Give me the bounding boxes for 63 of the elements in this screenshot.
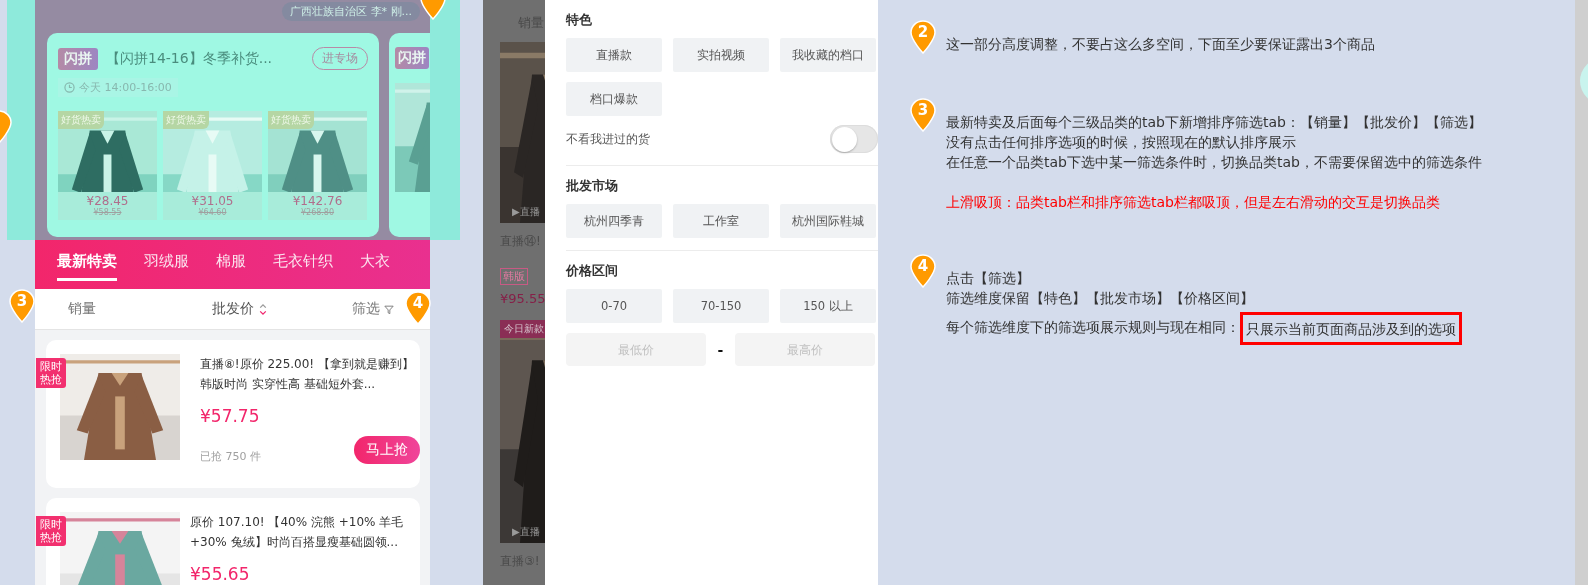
note-text: 在任意一个品类tab下选中某一筛选条件时，切换品类tab，不需要保留选中的筛选条件 (946, 153, 1483, 172)
product-price: ¥55.65 (190, 564, 251, 584)
note-warning: 上滑吸顶：品类tab栏和排序筛选tab栏都吸顶，但是左右滑动的交互是切换品类 (946, 193, 1441, 212)
filter-option[interactable]: 杭州四季青 (566, 204, 662, 238)
filter-option[interactable]: 150 以上 (780, 289, 876, 323)
note-text: 没有点击任何排序选项的时候，按照现在的默认排序展示 (946, 133, 1297, 152)
product-title: 直播⑧!原价 225.00! 【拿到就是赚到】韩版时尚 实穿性高 基础短外套... (200, 356, 415, 393)
price: ¥28.45 (86, 194, 129, 208)
live-label: ▶直播 (512, 525, 540, 539)
sold-count: 已抢 750 件 (200, 449, 261, 464)
price: ¥31.05 (191, 194, 234, 208)
filter-option[interactable]: 直播款 (566, 38, 662, 72)
promo-badge: 限时热抢 (36, 358, 66, 388)
toggle-switch[interactable] (830, 125, 878, 153)
location-badge: 广西壮族自治区 李* 刚... (282, 2, 420, 21)
product-title: 原价 107.10! 【40% 浣熊 +10% 羊毛 +30% 兔绒】时尚百搭显瘦基础圆领... (190, 514, 405, 551)
clock-icon (64, 82, 75, 93)
section-title: 特色 (566, 12, 593, 29)
buy-now-button[interactable]: 马上抢 (354, 436, 420, 464)
numbered-pin: 4 (910, 254, 936, 288)
price: ¥142.76 (292, 194, 343, 208)
note-text: 这一部分高度调整，不要占这么多空间，下面至少要保证露出3个商品 (946, 35, 1376, 54)
product-price: ¥95.55 (500, 291, 545, 306)
numbered-pin: 3 (9, 289, 35, 323)
flash-tag: 闪拼 (58, 47, 98, 70)
section-title: 价格区间 (566, 263, 619, 280)
note-text: 每个筛选维度下的筛选项展示规则与现在相同： (946, 317, 1240, 337)
original-price: ¥268.80 (300, 207, 335, 218)
hot-tag: 好货热卖 (163, 111, 209, 129)
highlighted-note: 只展示当前页面商品涉及到的选项 (1240, 312, 1462, 345)
hot-tag: 好货热卖 (268, 111, 314, 129)
numbered-pin: 2 (910, 20, 936, 54)
numbered-pin: 3 (910, 98, 936, 132)
sort-tab[interactable]: 批发价 (212, 300, 254, 318)
sort-icon (258, 302, 268, 316)
note-text: 点击【筛选】 (946, 269, 1031, 288)
category-tab[interactable]: 最新特卖 (57, 248, 117, 281)
new-badge: 今日新款 (500, 320, 545, 338)
note-text: 筛选维度保留【特色】【批发市场】【价格区间】 (946, 289, 1255, 308)
sort-tab[interactable]: 销量 (68, 300, 96, 318)
note-text: 最新特卖及后面每个三级品类的tab下新增排序筛选tab：【销量】【批发价】【筛选】 (946, 113, 1483, 132)
filter-option[interactable]: 实拍视频 (673, 38, 769, 72)
section-title: 批发市场 (566, 178, 619, 195)
range-separator: - (716, 341, 725, 358)
filter-option[interactable]: 杭州国际鞋城 (780, 204, 876, 238)
product-price: ¥57.75 (200, 406, 261, 426)
hot-tag: 好货热卖 (58, 111, 104, 129)
original-price: ¥64.60 (198, 207, 227, 218)
filter-option[interactable]: 0-70 (566, 289, 662, 323)
sort-tab[interactable]: 筛选 (352, 300, 380, 318)
flash-tag: 闪拼 (395, 47, 429, 69)
promo-badge: 限时热抢 (36, 516, 66, 546)
filter-option[interactable]: 我收藏的档口 (780, 38, 876, 72)
numbered-pin: 4 (405, 291, 431, 325)
filter-option[interactable]: 档口爆款 (566, 82, 662, 116)
time-range: 今天 14:00-16:00 (79, 80, 172, 95)
filter-option[interactable]: 工作室 (673, 204, 769, 238)
card-title: 【闪拼14-16】冬季补货... (106, 49, 274, 68)
toggle-label: 不看我进过的货 (566, 131, 650, 147)
live-label: ▶直播 (512, 205, 540, 219)
original-price: ¥58.55 (93, 207, 122, 218)
filter-option[interactable]: 70-150 (673, 289, 769, 323)
style-tag: 韩版 (500, 268, 528, 285)
